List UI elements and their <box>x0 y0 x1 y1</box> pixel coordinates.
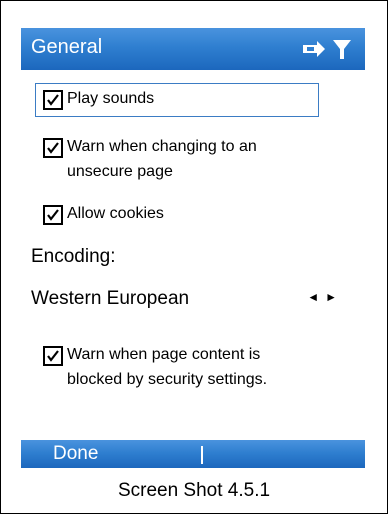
option-label: Play sounds <box>67 90 155 107</box>
connection-icon <box>303 41 325 57</box>
screenshot-caption: Screen Shot 4.5.1 <box>117 480 271 501</box>
option-label: Warn when page content is <box>67 346 261 363</box>
done-button[interactable]: Done <box>53 443 98 465</box>
signal-icon <box>333 40 351 59</box>
checkbox-play-sounds[interactable] <box>43 90 63 110</box>
option-label-continued: unsecure page <box>67 163 173 180</box>
softkey-divider <box>201 446 203 464</box>
softkey-bar: Done <box>21 440 365 468</box>
option-label: Allow cookies <box>67 205 164 222</box>
page-title: General <box>31 36 103 58</box>
checkbox-warn-unsecure[interactable] <box>43 138 63 158</box>
title-bar: General <box>21 28 365 70</box>
option-label-continued: blocked by security settings. <box>67 371 268 388</box>
encoding-value: Western European <box>31 288 190 309</box>
left-right-arrows-icon[interactable]: ◄► <box>307 290 343 304</box>
phone-screen: General Play sounds Warn when changing t… <box>21 28 365 468</box>
checkbox-warn-blocked-content[interactable] <box>43 346 63 366</box>
option-label: Warn when changing to an <box>67 138 257 155</box>
checkbox-allow-cookies[interactable] <box>43 205 63 225</box>
encoding-label: Encoding: <box>31 246 116 267</box>
status-icons <box>299 35 359 63</box>
